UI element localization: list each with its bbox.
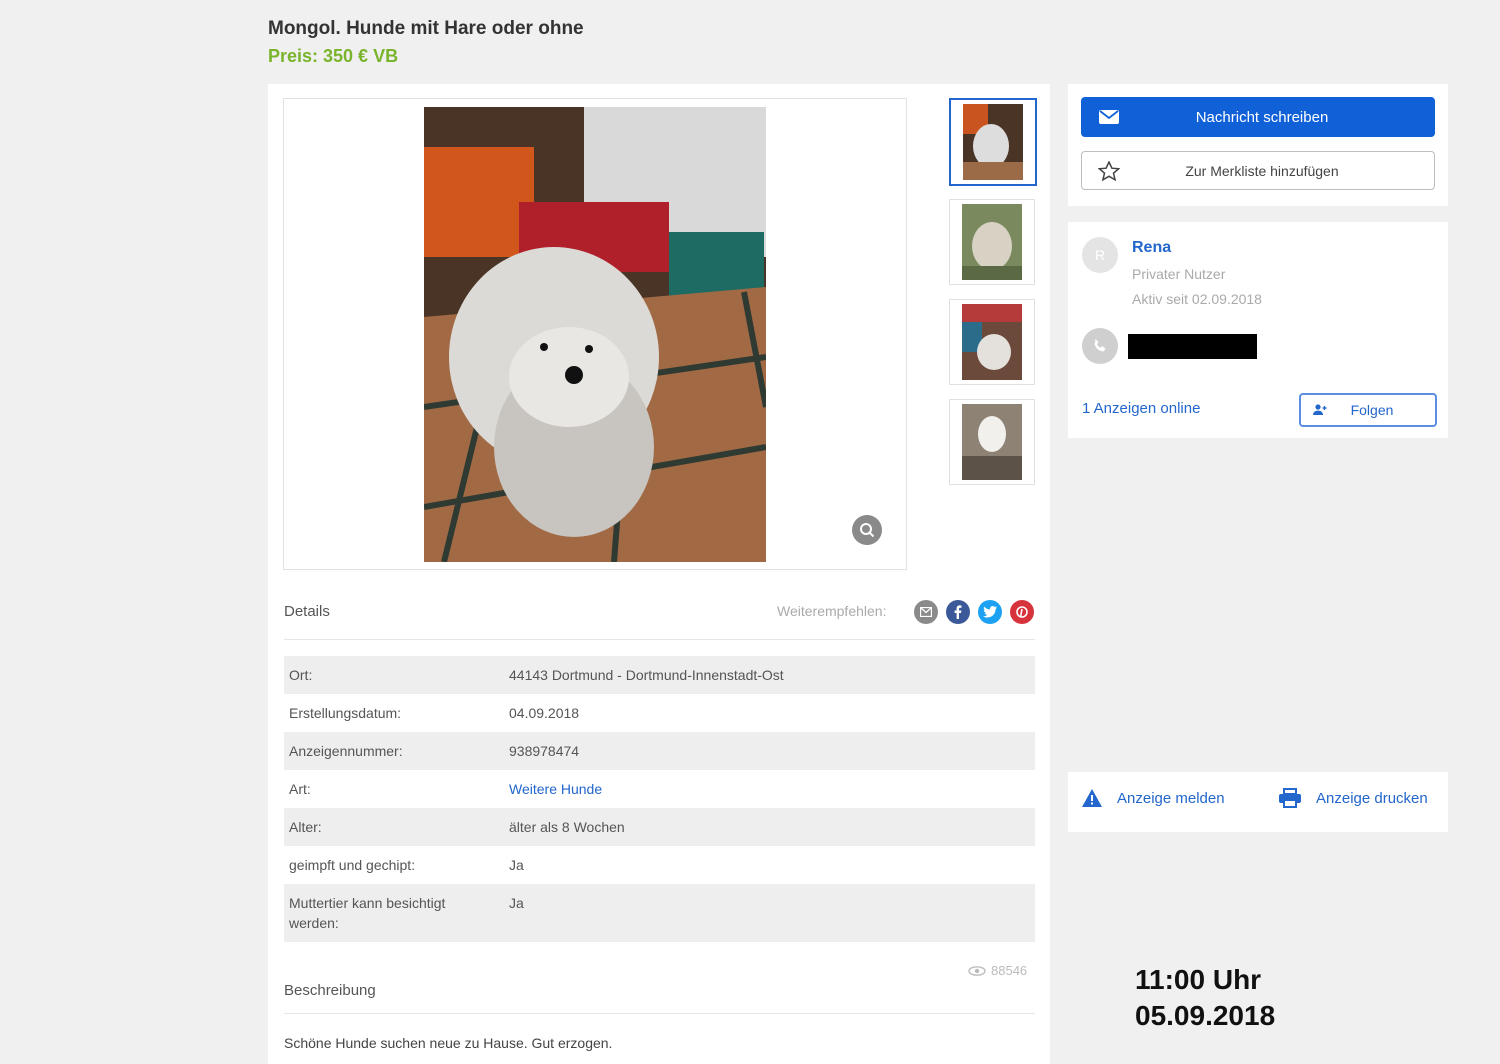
attribute-value: 938978474 xyxy=(509,743,580,759)
attribute-value: Ja xyxy=(509,857,524,873)
send-message-button[interactable]: Nachricht schreiben xyxy=(1081,97,1435,137)
add-to-watchlist-label: Zur Merkliste hinzufügen xyxy=(1185,162,1339,179)
table-row: Ort: 44143 Dortmund - Dortmund-Innenstad… xyxy=(284,656,1035,694)
zoom-button[interactable] xyxy=(852,515,882,545)
avatar: R xyxy=(1082,237,1118,273)
attribute-key: Alter: xyxy=(289,819,322,835)
table-row: Erstellungsdatum: 04.09.2018 xyxy=(284,694,1035,732)
attributes-table: Ort: 44143 Dortmund - Dortmund-Innenstad… xyxy=(284,656,1035,942)
table-row: Anzeigennummer: 938978474 xyxy=(284,732,1035,770)
timestamp-date: 05.09.2018 xyxy=(1135,1000,1276,1031)
dog-photo-image xyxy=(424,107,766,562)
add-user-icon xyxy=(1313,404,1327,415)
printer-icon xyxy=(1279,788,1301,808)
eye-icon xyxy=(968,965,986,976)
follow-button[interactable]: Folgen xyxy=(1299,393,1437,427)
gallery-thumbnail[interactable] xyxy=(949,399,1035,485)
table-row: Art: Weitere Hunde xyxy=(284,770,1035,808)
star-icon xyxy=(1098,160,1120,181)
table-row: Alter: älter als 8 Wochen xyxy=(284,808,1035,846)
gallery-thumbnail[interactable] xyxy=(949,299,1035,385)
report-ad-label: Anzeige melden xyxy=(1117,789,1225,807)
main-photo[interactable] xyxy=(424,107,766,562)
magnifier-icon xyxy=(860,523,875,538)
attribute-key: Ort: xyxy=(289,667,313,683)
send-message-label: Nachricht schreiben xyxy=(1195,108,1329,126)
follow-label: Folgen xyxy=(1350,402,1394,418)
seller-name-link[interactable]: Rena xyxy=(1132,239,1171,257)
description-text: Schöne Hunde suchen neue zu Hause. Gut e… xyxy=(284,1035,613,1051)
report-ad-link[interactable]: Anzeige melden xyxy=(1081,788,1225,808)
share-twitter-icon[interactable] xyxy=(978,600,1002,624)
ad-price: Preis: 350 € VB xyxy=(268,46,399,66)
warning-icon xyxy=(1082,789,1102,807)
seller-active-since: Aktiv seit 02.09.2018 xyxy=(1132,291,1262,307)
timestamp-overlay: 11:00 Uhr 05.09.2018 xyxy=(1135,962,1275,1034)
add-to-watchlist-button[interactable]: Zur Merkliste hinzufügen xyxy=(1081,151,1435,190)
share-pinterest-icon[interactable] xyxy=(1010,600,1034,624)
description-heading: Beschreibung xyxy=(284,982,376,999)
details-heading: Details xyxy=(284,603,330,620)
seller-ads-link[interactable]: 1 Anzeigen online xyxy=(1082,400,1200,417)
phone-icon xyxy=(1082,328,1118,364)
details-divider xyxy=(284,639,1035,640)
thumbnail-image xyxy=(962,304,1022,380)
attribute-key: geimpft und gechipt: xyxy=(289,857,416,873)
ad-title: Mongol. Hunde mit Hare oder ohne xyxy=(268,18,584,39)
thumbnail-image xyxy=(962,204,1022,280)
share-email-icon[interactable] xyxy=(914,600,938,624)
description-divider xyxy=(284,1013,1035,1014)
view-count: 88546 xyxy=(991,963,1028,978)
phone-number-redacted xyxy=(1128,334,1257,359)
attribute-key: Art: xyxy=(289,781,311,797)
thumbnail-image xyxy=(962,404,1022,480)
attribute-value: 44143 Dortmund - Dortmund-Innenstadt-Ost xyxy=(509,667,784,683)
attribute-value: 04.09.2018 xyxy=(509,705,580,721)
image-gallery xyxy=(283,98,907,570)
share-facebook-icon[interactable] xyxy=(946,600,970,624)
gallery-thumbnail[interactable] xyxy=(949,98,1037,186)
attribute-key: Erstellungsdatum: xyxy=(289,705,402,721)
gallery-thumbnail[interactable] xyxy=(949,199,1035,285)
attribute-key: Anzeigennummer: xyxy=(289,743,403,759)
timestamp-time: 11:00 Uhr xyxy=(1135,964,1262,995)
print-ad-label: Anzeige drucken xyxy=(1316,789,1428,807)
attribute-value: Ja xyxy=(509,895,524,911)
thumbnail-image xyxy=(963,104,1023,180)
table-row: geimpft und gechipt: Ja xyxy=(284,846,1035,884)
print-ad-link[interactable]: Anzeige drucken xyxy=(1278,788,1428,808)
share-label: Weiterempfehlen: xyxy=(777,603,887,619)
table-row: Muttertier kann besichtigt werden: Ja xyxy=(284,884,1035,942)
attribute-value: älter als 8 Wochen xyxy=(509,819,625,835)
attribute-key: Muttertier kann besichtigt werden: xyxy=(289,895,446,931)
seller-type: Privater Nutzer xyxy=(1132,266,1226,282)
category-link[interactable]: Weitere Hunde xyxy=(509,770,1035,808)
envelope-icon xyxy=(1099,110,1119,124)
view-counter: 88546 xyxy=(968,963,1027,978)
